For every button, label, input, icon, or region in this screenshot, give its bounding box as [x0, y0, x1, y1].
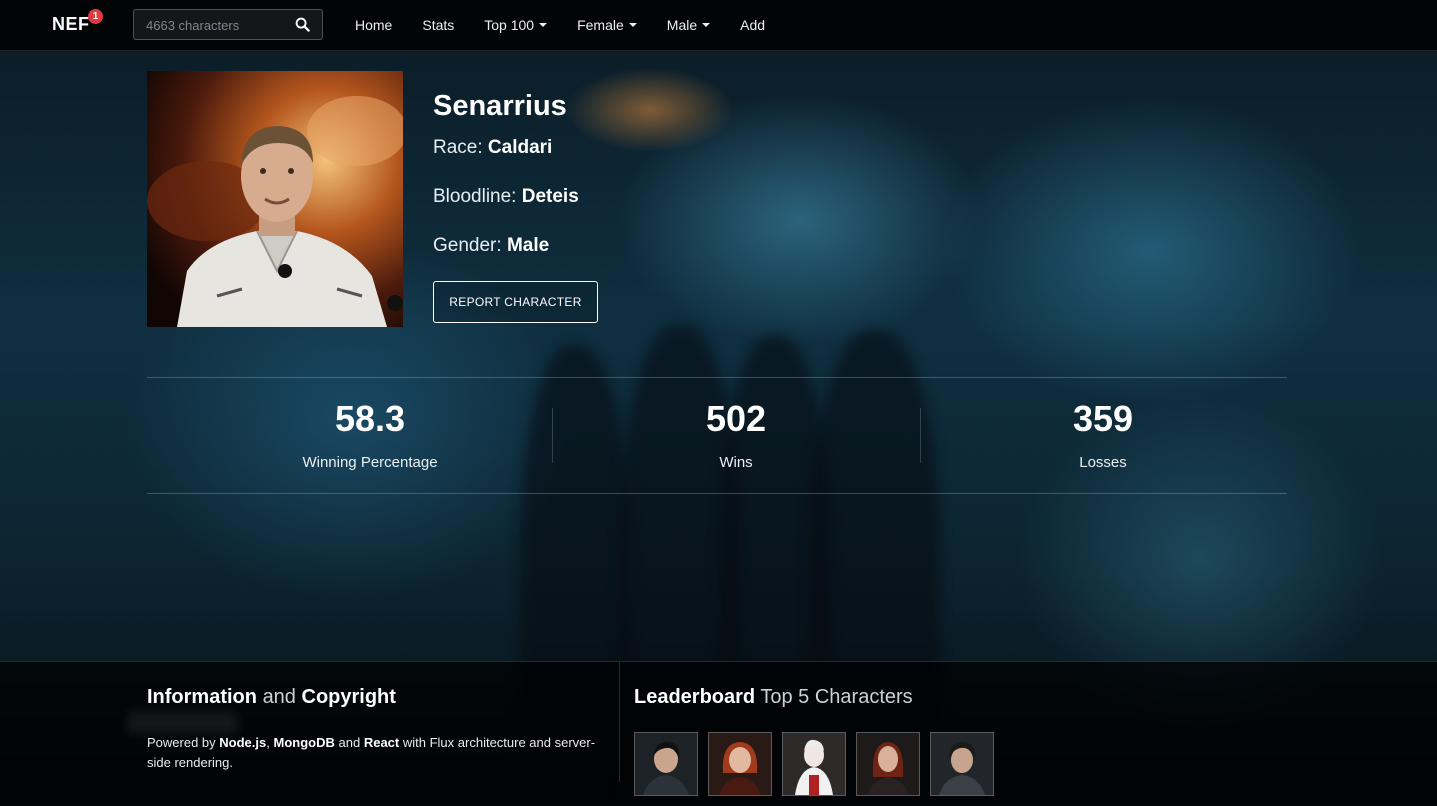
stats-panel: 58.3 Winning Percentage 502 Wins 359 Los…	[147, 377, 1287, 494]
nav-home[interactable]: Home	[355, 17, 392, 33]
leaderboard-title-bold: Leaderboard	[634, 686, 756, 708]
chevron-down-icon	[628, 23, 637, 27]
gender-value: Male	[506, 235, 550, 256]
chevron-down-icon	[702, 23, 711, 27]
stat-wins: 502 Wins	[553, 378, 919, 493]
losses-value: 359	[1072, 398, 1134, 439]
tech-and: and	[338, 735, 361, 750]
nav-add-label: Add	[740, 17, 766, 33]
navbar: NEF 1 Home Stats Top 100 Female Male Add	[0, 0, 1437, 51]
leaderboard-character-5[interactable]	[930, 732, 994, 796]
stat-losses: 359 Losses	[920, 378, 1286, 493]
footer-divider	[619, 662, 620, 782]
leaderboard-character-2[interactable]	[708, 732, 772, 796]
nav-top100-label: Top 100	[484, 17, 535, 33]
race-value: Caldari	[487, 137, 553, 158]
nav-stats-label: Stats	[422, 17, 455, 33]
bloodline-label: Bloodline:	[433, 186, 517, 207]
wins-label: Wins	[719, 454, 753, 471]
leaderboard-character-4[interactable]	[856, 732, 920, 796]
nav-female-label: Female	[577, 17, 624, 33]
main-nav: Home Stats Top 100 Female Male Add	[355, 0, 795, 50]
powered-by-prefix: Powered by	[147, 735, 216, 750]
search-icon[interactable]	[295, 17, 310, 32]
nav-male-dropdown[interactable]: Male	[666, 17, 711, 33]
footer: Information and Copyright Powered by Nod…	[0, 661, 1437, 806]
nav-female-dropdown[interactable]: Female	[577, 17, 637, 33]
leaderboard-title: Leaderboard Top 5 Characters	[634, 686, 913, 709]
tech-comma: ,	[266, 735, 270, 750]
race-line: Race: Caldari	[433, 137, 552, 159]
race-label: Race:	[433, 137, 483, 158]
leaderboard-thumbnails	[634, 732, 994, 796]
search-box	[133, 9, 323, 41]
winning-percentage-label: Winning Percentage	[302, 454, 438, 471]
tech-nodejs: Node.js	[219, 735, 267, 750]
brand-logo[interactable]: NEF	[52, 14, 90, 35]
character-portrait	[147, 71, 403, 327]
bloodline-line: Bloodline: Deteis	[433, 186, 579, 208]
info-title-part2: and	[262, 686, 296, 708]
leaderboard-title-rest: Top 5 Characters	[760, 686, 913, 708]
nav-home-label: Home	[355, 17, 393, 33]
powered-by-text: Powered by Node.js, MongoDB and React wi…	[147, 733, 607, 773]
chevron-down-icon	[539, 23, 548, 27]
nav-add[interactable]: Add	[740, 17, 765, 33]
gender-label: Gender:	[433, 235, 502, 256]
leaderboard-character-3[interactable]	[782, 732, 846, 796]
leaderboard-character-1[interactable]	[634, 732, 698, 796]
wins-value: 502	[705, 398, 767, 439]
nav-stats[interactable]: Stats	[422, 17, 454, 33]
tech-mongodb: MongoDB	[273, 735, 335, 750]
info-title: Information and Copyright	[147, 686, 396, 709]
info-title-part1: Information	[147, 686, 257, 708]
losses-label: Losses	[1079, 454, 1127, 471]
search-input[interactable]	[134, 10, 303, 41]
winning-percentage-value: 58.3	[334, 398, 406, 439]
nav-top100-dropdown[interactable]: Top 100	[484, 17, 548, 33]
report-character-button[interactable]: REPORT CHARACTER	[433, 281, 598, 323]
bloodline-value: Deteis	[521, 186, 579, 207]
character-name: Senarrius	[433, 90, 567, 122]
gender-line: Gender: Male	[433, 235, 549, 257]
blurred-decoration	[128, 712, 238, 734]
tech-react: React	[363, 735, 400, 750]
stat-winning-percentage: 58.3 Winning Percentage	[187, 378, 553, 493]
notification-badge[interactable]: 1	[88, 9, 103, 24]
nav-male-label: Male	[666, 17, 698, 33]
info-title-part3: Copyright	[301, 686, 396, 708]
